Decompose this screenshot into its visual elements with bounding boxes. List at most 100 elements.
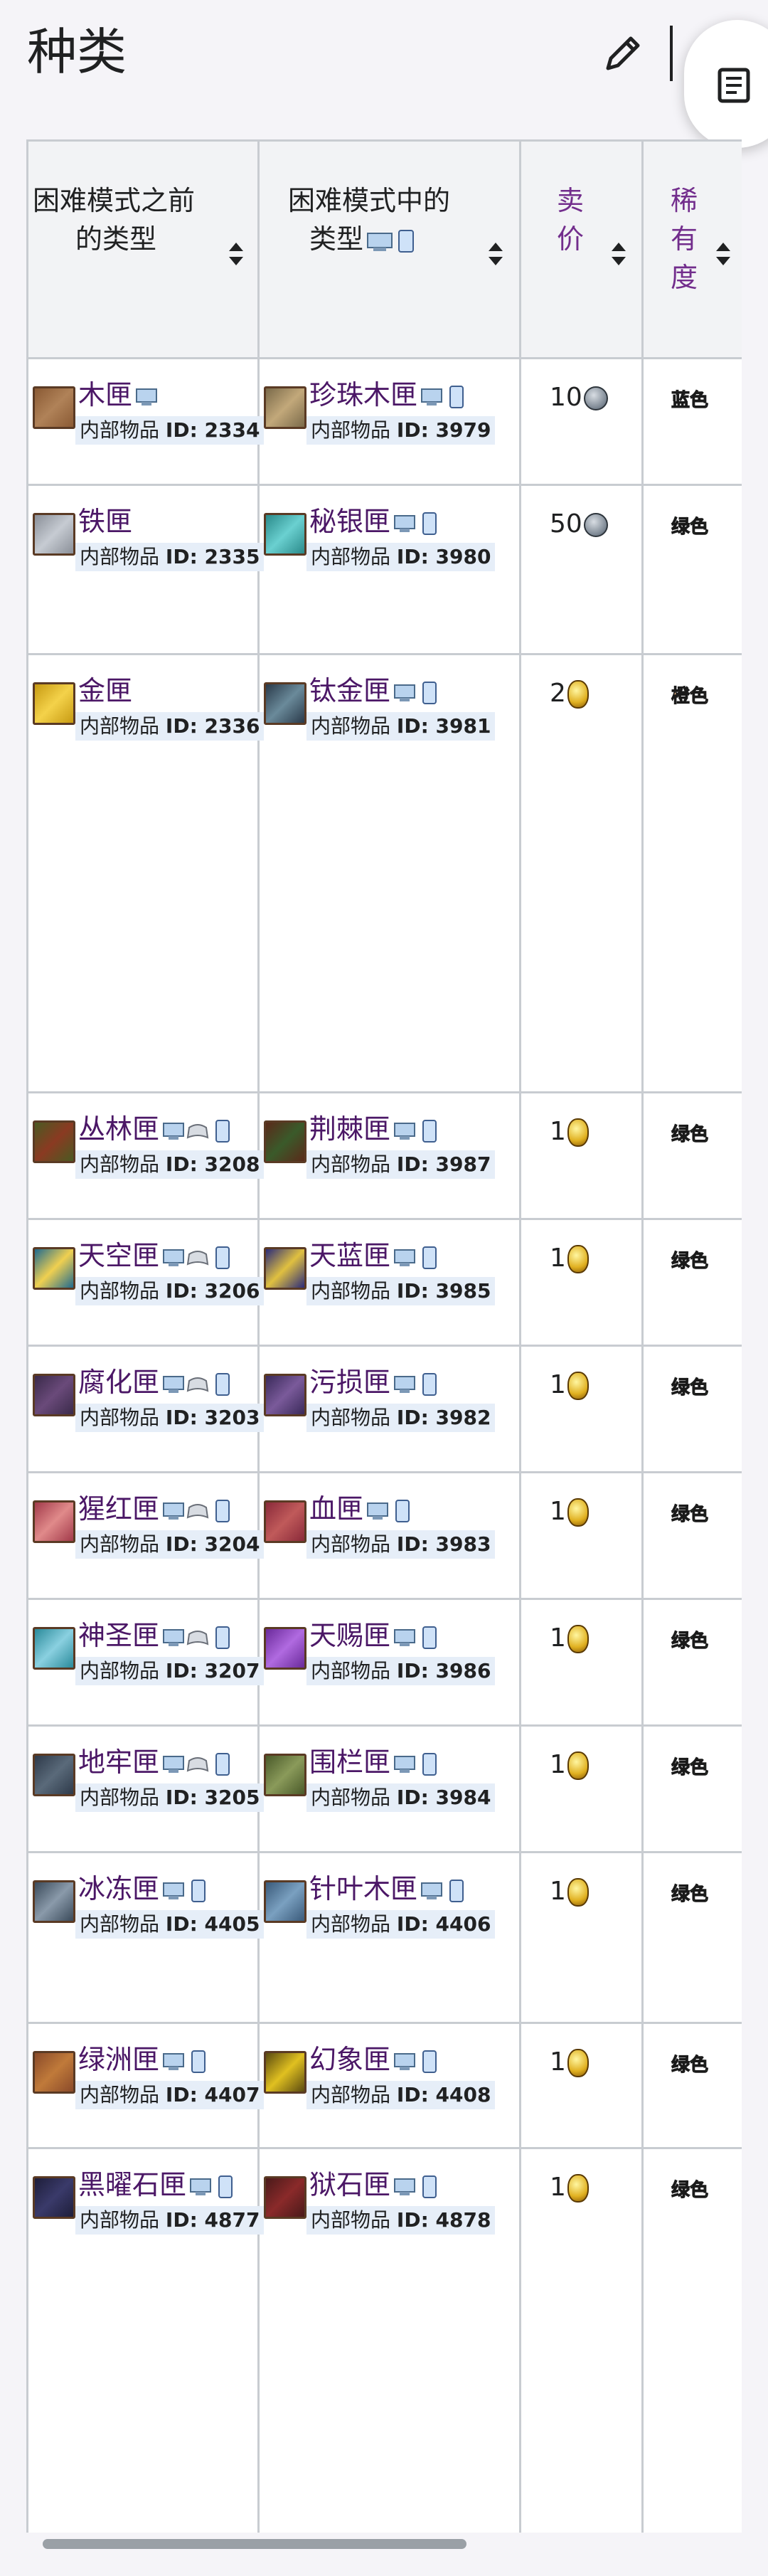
- crate-icon[interactable]: [33, 513, 75, 556]
- crate-name-link[interactable]: 天蓝匣: [309, 1240, 390, 1271]
- crate-name-link[interactable]: 金匣: [78, 675, 132, 706]
- crate-icon[interactable]: [33, 1374, 75, 1416]
- crate-icon[interactable]: [33, 1627, 75, 1670]
- crate-name[interactable]: 猩红匣: [78, 1490, 238, 1527]
- column-header-line: 度: [671, 262, 698, 293]
- rarity-badge[interactable]: 绿色: [669, 1375, 710, 1401]
- gold-coin-icon: [567, 1245, 589, 1273]
- crate-name[interactable]: 围栏匣: [309, 1744, 444, 1781]
- crate-icon[interactable]: [264, 1500, 306, 1543]
- crate-name[interactable]: 污损匣: [309, 1364, 444, 1401]
- crate-name[interactable]: 钛金匣: [309, 672, 444, 709]
- rarity-badge[interactable]: 绿色: [669, 1755, 710, 1781]
- crate-name-link[interactable]: 狱石匣: [309, 2169, 390, 2200]
- edit-button[interactable]: [601, 30, 646, 75]
- rarity-badge[interactable]: 绿色: [669, 1502, 710, 1527]
- horizontal-scrollbar[interactable]: [43, 2539, 466, 2549]
- crate-icon[interactable]: [33, 1500, 75, 1543]
- sell-price: 1: [550, 1367, 589, 1404]
- rarity-badge[interactable]: 绿色: [669, 1628, 710, 1654]
- crate-name-link[interactable]: 钛金匣: [309, 675, 390, 706]
- id-value: : 3987: [420, 1152, 491, 1176]
- crate-icon[interactable]: [33, 682, 75, 725]
- column-header-rarity[interactable]: 稀 有 度: [644, 142, 742, 357]
- column-header-price[interactable]: 卖 价: [521, 142, 644, 357]
- crate-name-link[interactable]: 猩红匣: [78, 1493, 159, 1525]
- crate-name-link[interactable]: 丛林匣: [78, 1113, 159, 1145]
- crate-icon[interactable]: [264, 1374, 306, 1416]
- rarity-badge[interactable]: 绿色: [669, 514, 710, 540]
- id-label: 内部物品: [80, 1659, 166, 1682]
- rarity-badge[interactable]: 绿色: [669, 2178, 710, 2203]
- crate-name[interactable]: 金匣: [78, 672, 132, 709]
- table-of-contents-button[interactable]: [684, 20, 768, 148]
- crate-icon[interactable]: [264, 1627, 306, 1670]
- crate-name[interactable]: 铁匣: [78, 503, 132, 540]
- crate-name[interactable]: 针叶木匣: [309, 1870, 471, 1907]
- crate-name-link[interactable]: 珍珠木匣: [309, 379, 417, 410]
- crate-icon[interactable]: [264, 682, 306, 725]
- crate-icon[interactable]: [33, 1880, 75, 1923]
- crate-name[interactable]: 天赐匣: [309, 1617, 444, 1654]
- id-key: ID: [396, 1786, 421, 1809]
- crate-name-link[interactable]: 黑曜石匣: [78, 2169, 186, 2200]
- crate-name[interactable]: 荆棘匣: [309, 1111, 444, 1147]
- crate-name-link[interactable]: 血匣: [309, 1493, 363, 1525]
- crate-name[interactable]: 绿洲匣: [78, 2041, 213, 2078]
- crate-name[interactable]: 秘银匣: [309, 503, 444, 540]
- crate-icon[interactable]: [33, 1120, 75, 1163]
- crate-icon[interactable]: [33, 1247, 75, 1290]
- crate-name-link[interactable]: 荆棘匣: [309, 1113, 390, 1145]
- crate-name[interactable]: 幻象匣: [309, 2041, 444, 2078]
- crate-name-link[interactable]: 地牢匣: [78, 1747, 159, 1778]
- crate-name-link[interactable]: 天空匣: [78, 1240, 159, 1271]
- crate-icon[interactable]: [264, 513, 306, 556]
- crate-icon[interactable]: [264, 2051, 306, 2094]
- id-key: ID: [396, 1532, 421, 1556]
- rarity-badge[interactable]: 绿色: [669, 2052, 710, 2078]
- crate-name[interactable]: 狱石匣: [309, 2166, 444, 2203]
- crate-icon[interactable]: [33, 1754, 75, 1796]
- crate-name[interactable]: 冰冻匣: [78, 1870, 213, 1907]
- crate-name[interactable]: 腐化匣: [78, 1364, 238, 1401]
- crate-name[interactable]: 天蓝匣: [309, 1237, 444, 1274]
- crate-icon[interactable]: [264, 1120, 306, 1163]
- rarity-badge[interactable]: 绿色: [669, 1249, 710, 1274]
- rarity-badge[interactable]: 绿色: [669, 1122, 710, 1147]
- crate-name-link[interactable]: 围栏匣: [309, 1747, 390, 1778]
- crate-name[interactable]: 丛林匣: [78, 1111, 238, 1147]
- crate-name-link[interactable]: 冰冻匣: [78, 1873, 159, 1904]
- crate-name[interactable]: 木匣: [78, 376, 162, 413]
- crate-name-link[interactable]: 铁匣: [78, 506, 132, 537]
- crate-name[interactable]: 珍珠木匣: [309, 376, 471, 413]
- crate-icon[interactable]: [33, 386, 75, 429]
- rarity-badge[interactable]: 蓝色: [669, 388, 710, 413]
- crate-icon[interactable]: [33, 2051, 75, 2094]
- crate-name-link[interactable]: 神圣匣: [78, 1620, 159, 1651]
- price-cell: 50: [521, 486, 644, 653]
- crate-icon[interactable]: [264, 1247, 306, 1290]
- crate-name[interactable]: 血匣: [309, 1490, 417, 1527]
- crate-icon[interactable]: [33, 2176, 75, 2219]
- crate-name-link[interactable]: 木匣: [78, 379, 132, 410]
- crate-name[interactable]: 地牢匣: [78, 1744, 238, 1781]
- rarity-badge[interactable]: 绿色: [669, 1882, 710, 1907]
- crate-icon[interactable]: [264, 2176, 306, 2219]
- crate-name-link[interactable]: 天赐匣: [309, 1620, 390, 1651]
- crate-name[interactable]: 神圣匣: [78, 1617, 238, 1654]
- crate-name-link[interactable]: 污损匣: [309, 1367, 390, 1398]
- crate-name-link[interactable]: 秘银匣: [309, 506, 390, 537]
- crate-name[interactable]: 天空匣: [78, 1237, 238, 1274]
- crate-name-link[interactable]: 腐化匣: [78, 1367, 159, 1398]
- column-header-hardmode[interactable]: 困难模式中的 类型: [260, 142, 521, 357]
- crate-icon[interactable]: [264, 386, 306, 429]
- crate-icon[interactable]: [264, 1880, 306, 1923]
- crate-name[interactable]: 黑曜石匣: [78, 2166, 240, 2203]
- crate-name-link[interactable]: 绿洲匣: [78, 2044, 159, 2075]
- crate-name-link[interactable]: 幻象匣: [309, 2044, 390, 2075]
- crate-icon[interactable]: [264, 1754, 306, 1796]
- column-header-pre-hardmode[interactable]: 困难模式之前 的类型: [28, 142, 260, 357]
- rarity-badge[interactable]: 橙色: [669, 684, 710, 709]
- silver-coin-icon: [583, 513, 608, 537]
- crate-name-link[interactable]: 针叶木匣: [309, 1873, 417, 1904]
